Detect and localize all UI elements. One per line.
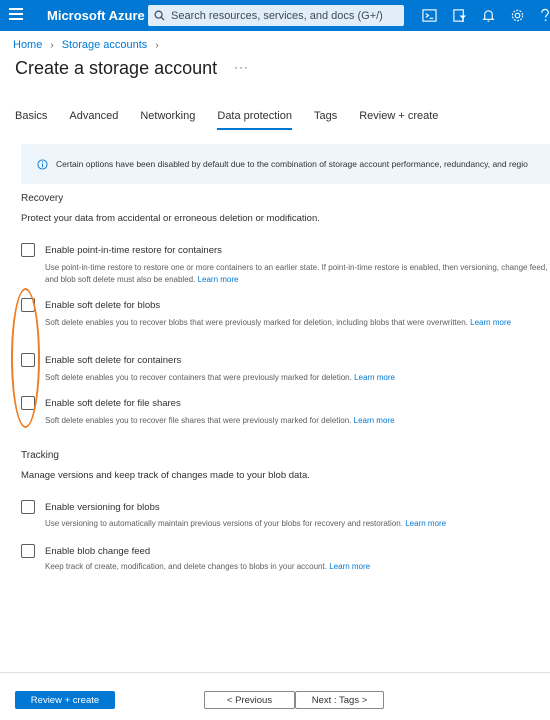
search-icon	[154, 10, 165, 21]
page-title: Create a storage account	[15, 58, 218, 78]
info-text: Certain options have been disabled by de…	[56, 159, 528, 169]
versioning-label: Enable versioning for blobs	[45, 502, 160, 513]
settings-gear-icon[interactable]	[510, 8, 525, 23]
learn-more-link[interactable]: Learn more	[470, 318, 511, 327]
info-icon	[37, 158, 48, 170]
cloud-shell-icon[interactable]	[422, 8, 437, 23]
search-input[interactable]: Search resources, services, and docs (G+…	[171, 10, 383, 22]
top-bar: Microsoft Azure Search resources, servic…	[0, 0, 550, 31]
tracking-heading: Tracking	[21, 450, 59, 461]
tab-tags[interactable]: Tags	[314, 110, 337, 130]
review-create-button[interactable]: Review + create	[15, 691, 115, 709]
help-icon[interactable]	[539, 8, 550, 23]
versioning-checkbox[interactable]	[21, 500, 35, 514]
footer-divider	[0, 672, 550, 673]
tab-data-protection[interactable]: Data protection	[217, 110, 292, 130]
menu-icon[interactable]	[9, 8, 23, 22]
learn-more-link[interactable]: Learn more	[354, 416, 395, 425]
versioning-desc: Use versioning to automatically maintain…	[45, 519, 447, 528]
recovery-heading: Recovery	[21, 193, 64, 204]
soft-delete-file-shares-label: Enable soft delete for file shares	[45, 398, 181, 409]
soft-delete-file-shares-desc: Soft delete enables you to recover file …	[45, 416, 395, 425]
breadcrumb-storage-accounts[interactable]: Storage accounts	[62, 39, 148, 51]
tab-advanced[interactable]: Advanced	[69, 110, 118, 130]
tab-bar: Basics Advanced Networking Data protecti…	[15, 110, 460, 130]
notifications-icon[interactable]	[481, 8, 496, 23]
brand-title[interactable]: Microsoft Azure	[47, 8, 145, 23]
point-in-time-restore-label: Enable point-in-time restore for contain…	[45, 245, 222, 256]
search-box[interactable]: Search resources, services, and docs (G+…	[148, 5, 404, 26]
chevron-right-icon: ›	[155, 39, 159, 51]
next-tags-button[interactable]: Next : Tags >	[295, 691, 384, 709]
soft-delete-containers-desc: Soft delete enables you to recover conta…	[45, 373, 395, 382]
directory-filter-icon[interactable]	[452, 8, 467, 23]
previous-button[interactable]: < Previous	[204, 691, 295, 709]
change-feed-checkbox[interactable]	[21, 544, 35, 558]
soft-delete-blobs-label: Enable soft delete for blobs	[45, 300, 161, 311]
more-options-icon[interactable]: ···	[234, 60, 249, 74]
tab-review-create[interactable]: Review + create	[359, 110, 438, 130]
breadcrumb-home[interactable]: Home	[13, 39, 42, 51]
change-feed-desc: Keep track of create, modification, and …	[45, 562, 371, 571]
soft-delete-containers-label: Enable soft delete for containers	[45, 355, 182, 366]
learn-more-link[interactable]: Learn more	[405, 519, 446, 528]
soft-delete-blobs-desc: Soft delete enables you to recover blobs…	[45, 318, 512, 327]
learn-more-link[interactable]: Learn more	[354, 373, 395, 382]
point-in-time-restore-desc: Use point-in-time restore to restore one…	[45, 263, 548, 284]
point-in-time-restore-checkbox[interactable]	[21, 243, 35, 257]
chevron-right-icon: ›	[50, 39, 54, 51]
tab-basics[interactable]: Basics	[15, 110, 47, 130]
tab-networking[interactable]: Networking	[140, 110, 195, 130]
tracking-description: Manage versions and keep track of change…	[21, 470, 310, 481]
recovery-description: Protect your data from accidental or err…	[21, 213, 320, 224]
learn-more-link[interactable]: Learn more	[198, 275, 239, 284]
change-feed-label: Enable blob change feed	[45, 546, 151, 557]
learn-more-link[interactable]: Learn more	[329, 562, 370, 571]
breadcrumb: Home › Storage accounts ›	[13, 39, 167, 51]
highlight-annotation	[11, 288, 40, 428]
info-banner: Certain options have been disabled by de…	[21, 144, 550, 184]
